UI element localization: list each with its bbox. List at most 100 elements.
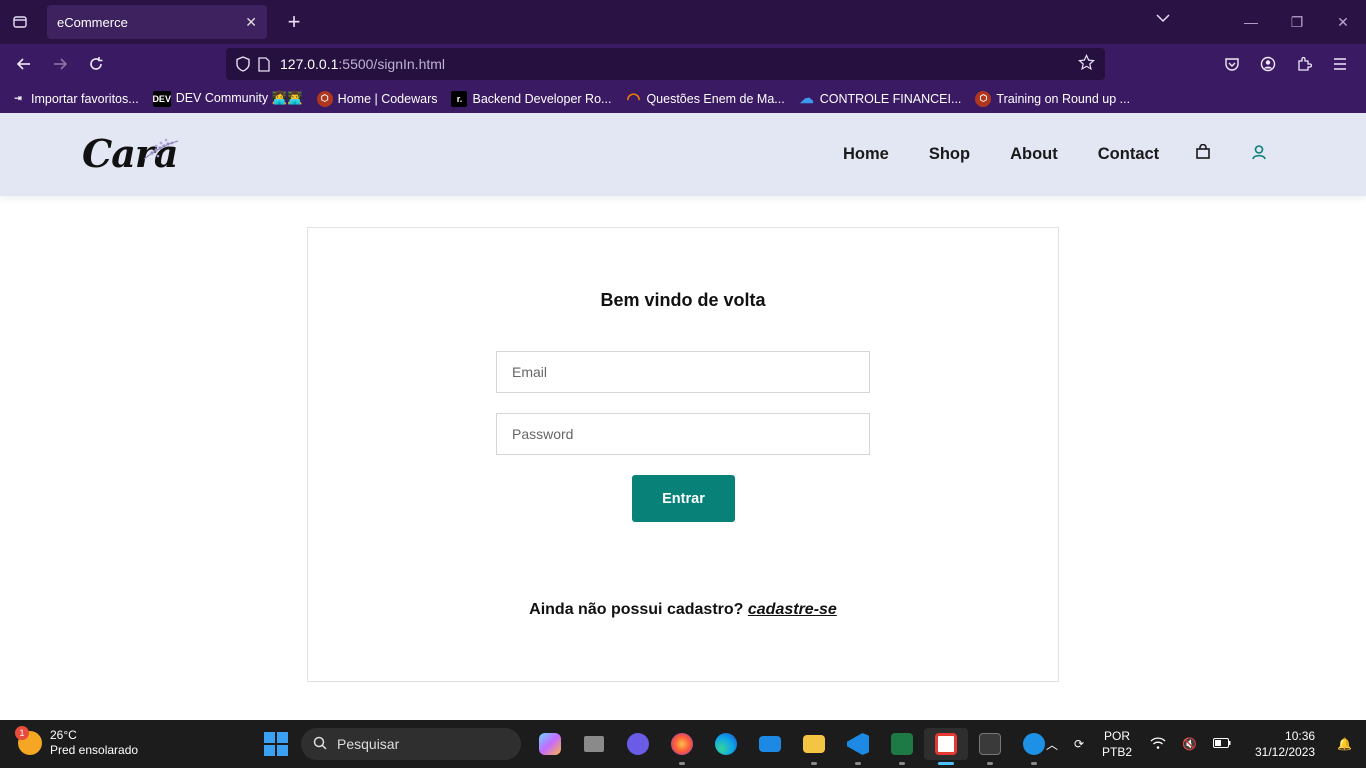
signup-link[interactable]: cadastre-se <box>748 601 837 618</box>
nav-about[interactable]: About <box>1010 145 1058 164</box>
import-icon: ⇥ <box>14 93 22 103</box>
bookmark-star-icon[interactable] <box>1077 53 1096 74</box>
bookmark-enem[interactable]: ◠ Questões Enem de Ma... <box>625 90 785 108</box>
roadmap-icon: r. <box>451 90 468 107</box>
url-bar[interactable]: 127.0.0.1:5500/signIn.html <box>226 48 1105 80</box>
terminal-icon[interactable] <box>968 728 1012 765</box>
nav-shop[interactable]: Shop <box>929 145 970 164</box>
excel-icon[interactable] <box>880 728 924 765</box>
copilot-icon[interactable] <box>528 728 572 760</box>
notification-bell-icon[interactable]: 🔔 <box>1337 737 1352 751</box>
bookmark-label: Home | Codewars <box>337 91 438 106</box>
task-view-icon[interactable] <box>572 728 616 760</box>
window-controls: — ❐ ✕ <box>1228 0 1366 44</box>
weather-text: 26°C Pred ensolarado <box>50 728 138 758</box>
search-placeholder: Pesquisar <box>337 736 400 752</box>
chevron-down-icon[interactable] <box>1156 10 1170 26</box>
search-icon <box>313 736 327 753</box>
nav-home[interactable]: Home <box>843 145 889 164</box>
weather-sun-icon: 1 <box>15 726 42 755</box>
bookmark-roadmap[interactable]: r. Backend Developer Ro... <box>451 90 612 107</box>
bookmark-label: Questões Enem de Ma... <box>646 91 785 106</box>
windows-start-icon[interactable] <box>264 732 288 756</box>
login-title: Bem vindo de volta <box>600 290 766 310</box>
keyboard-layout: PTB2 <box>1102 745 1133 759</box>
vscode-icon[interactable] <box>836 728 880 765</box>
pocket-icon[interactable] <box>1214 48 1250 80</box>
taskbar: 1 26°C Pred ensolarado Pesquisar ︿ ⟳ POR… <box>0 720 1366 768</box>
browser-tab[interactable]: eCommerce ✕ <box>47 5 267 39</box>
url-text: 127.0.0.1:5500/signIn.html <box>280 56 445 72</box>
login-card: Bem vindo de volta Entrar Ainda não poss… <box>307 227 1059 682</box>
site-header: Cara Home Shop About Contact <box>0 113 1366 196</box>
browser-nav-bar: 127.0.0.1:5500/signIn.html <box>0 44 1366 84</box>
notification-badge: 1 <box>15 726 29 740</box>
menu-icon[interactable] <box>1322 48 1358 80</box>
close-window-icon[interactable]: ✕ <box>1320 0 1366 44</box>
signup-prompt-text: Ainda não possui cadastro? <box>529 601 744 618</box>
system-tray: ︿ ⟳ POR PTB2 🔇 10:36 31/12/2023 🔔 <box>1038 720 1366 768</box>
lavender-logo-icon <box>143 138 179 160</box>
chevron-up-icon[interactable]: ︿ <box>1046 736 1058 753</box>
taskbar-apps <box>528 728 1056 765</box>
chat-icon[interactable] <box>616 728 660 760</box>
temperature: 26°C <box>50 728 77 742</box>
enem-icon: ◠ <box>626 90 641 108</box>
password-input[interactable] <box>496 413 870 455</box>
shopping-bag-icon[interactable] <box>1195 143 1211 165</box>
volume-muted-icon[interactable]: 🔇 <box>1182 737 1197 751</box>
login-button[interactable]: Entrar <box>632 475 735 522</box>
email-input[interactable] <box>496 351 870 393</box>
battery-icon[interactable] <box>1212 737 1231 751</box>
bookmark-label: Training on Round up ... <box>996 91 1131 106</box>
bookmark-onedrive[interactable]: ☁ CONTROLE FINANCEI... <box>799 90 962 107</box>
nav-contact[interactable]: Contact <box>1098 145 1159 164</box>
bookmark-codewars[interactable]: ⬡ Home | Codewars <box>316 90 438 107</box>
page-icon <box>258 56 280 72</box>
url-host: 127.0.0.1 <box>280 56 339 72</box>
url-path: :5500/signIn.html <box>338 56 446 72</box>
bookmarks-bar: ⇥ Importar favoritos... DEV DEV Communit… <box>0 84 1366 113</box>
restore-icon[interactable]: ❐ <box>1274 0 1320 44</box>
user-icon[interactable] <box>1251 144 1267 165</box>
toolbar-icons <box>1214 48 1358 80</box>
dev-icon: DEV <box>152 90 171 107</box>
shield-icon[interactable] <box>236 56 258 72</box>
firefox-icon[interactable] <box>660 728 704 765</box>
language-indicator[interactable]: POR PTB2 <box>1102 728 1132 760</box>
weather-widget[interactable]: 1 26°C Pred ensolarado <box>15 726 138 758</box>
mail-icon[interactable] <box>748 728 792 760</box>
edge-icon[interactable] <box>704 728 748 760</box>
sync-icon[interactable]: ⟳ <box>1074 737 1084 751</box>
bookmark-dev[interactable]: DEV DEV Community 👩‍💻👨‍💻 <box>152 90 303 107</box>
bookmark-import[interactable]: ⇥ Importar favoritos... <box>10 91 139 107</box>
language-code: POR <box>1104 729 1131 743</box>
forward-icon[interactable] <box>42 46 78 82</box>
tab-list-icon[interactable] <box>0 0 40 44</box>
file-explorer-icon[interactable] <box>792 728 836 765</box>
back-icon[interactable] <box>6 46 42 82</box>
codewars-icon: ⬡ <box>316 90 333 107</box>
account-icon[interactable] <box>1250 48 1286 80</box>
clock[interactable]: 10:36 31/12/2023 <box>1255 728 1315 760</box>
signup-prompt: Ainda não possui cadastro? cadastre-se <box>308 601 1058 619</box>
tab-title: eCommerce <box>57 14 128 30</box>
minimize-icon[interactable]: — <box>1228 0 1274 44</box>
bookmark-training[interactable]: ⬡ Training on Round up ... <box>975 90 1131 107</box>
codewars-icon: ⬡ <box>975 90 992 107</box>
clock-time: 10:36 <box>1285 729 1316 743</box>
snipping-tool-icon[interactable] <box>924 728 968 765</box>
weather-desc: Pred ensolarado <box>50 743 139 757</box>
bookmark-label: Importar favoritos... <box>31 91 139 106</box>
taskbar-search[interactable]: Pesquisar <box>301 728 521 760</box>
wifi-icon[interactable] <box>1150 736 1166 753</box>
onedrive-icon: ☁ <box>799 90 814 106</box>
extensions-icon[interactable] <box>1286 48 1322 80</box>
new-tab-icon[interactable]: + <box>280 8 308 36</box>
clock-date: 31/12/2023 <box>1254 745 1316 759</box>
reload-icon[interactable] <box>78 46 114 82</box>
bookmark-label: DEV Community 👩‍💻👨‍💻 <box>175 91 303 105</box>
bookmark-label: CONTROLE FINANCEI... <box>819 91 962 106</box>
bookmark-label: Backend Developer Ro... <box>472 91 612 106</box>
close-tab-icon[interactable]: ✕ <box>245 14 257 31</box>
